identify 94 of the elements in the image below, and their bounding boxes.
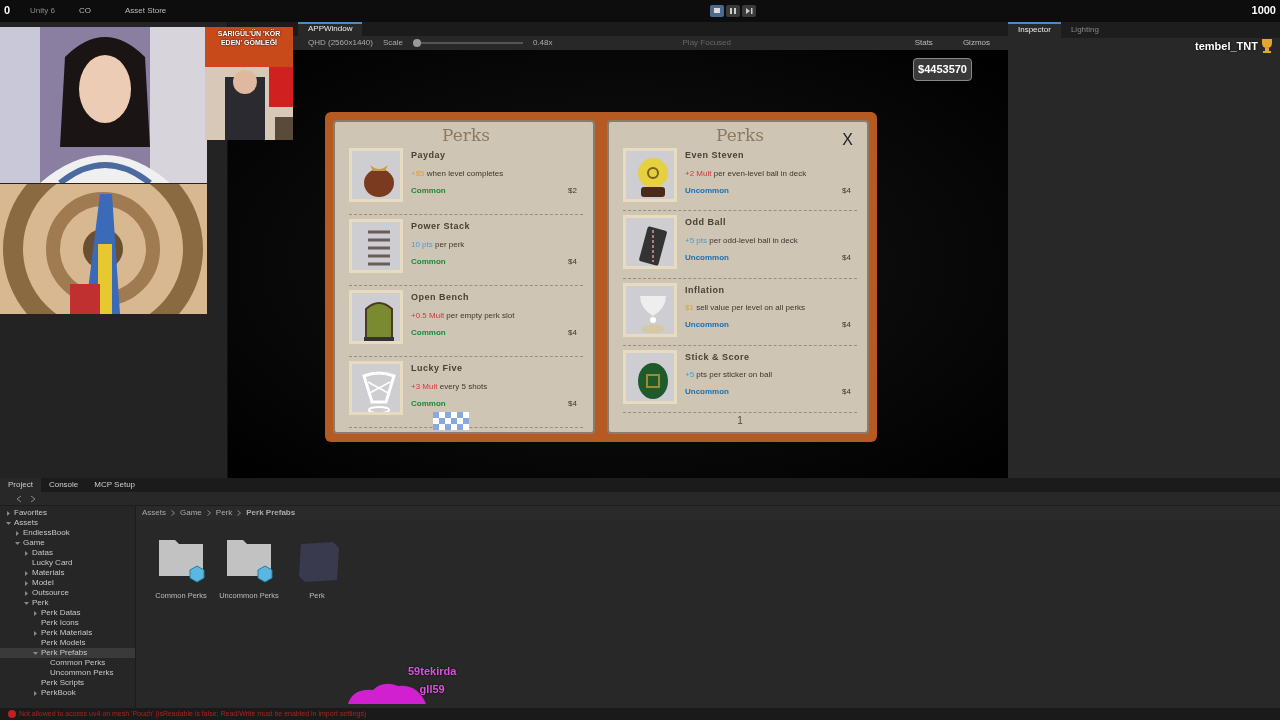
tree-item[interactable]: Lucky Card — [0, 558, 135, 568]
price-label: $4 — [568, 255, 577, 268]
perk-name: Lucky Five — [411, 362, 464, 375]
tree-item[interactable]: Assets — [0, 518, 135, 528]
viewer-name: tembel_TNT — [1195, 39, 1258, 54]
perk-description: +2 Mult per even-level ball in deck — [685, 167, 808, 180]
tree-item[interactable]: Perk Materials — [0, 628, 135, 638]
perk-description: +5 pts per odd-level ball in deck — [685, 234, 799, 247]
chevron-icon — [171, 510, 175, 516]
follower-name: 59tekirda gll59 — [408, 664, 457, 697]
expand-arrow-icon[interactable] — [33, 690, 38, 696]
page-number: 1 — [736, 414, 744, 428]
price-label: $4 — [568, 326, 577, 339]
tree-item[interactable]: Perk — [0, 598, 135, 608]
perk-description: $1 sell value per level on all perks — [685, 302, 807, 314]
perk-name: Payday — [411, 149, 447, 162]
tree-item[interactable]: Uncommon Perks — [0, 668, 135, 678]
perk-description: +0.5 Mult per empty perk slot — [411, 309, 516, 322]
perk-name: Odd Ball — [685, 216, 727, 230]
step-button[interactable] — [742, 5, 757, 17]
scale-reading: 0.48x — [532, 37, 553, 49]
pause-button[interactable] — [726, 5, 741, 17]
page-title: Perks — [716, 126, 764, 144]
tree-item[interactable]: Perk Datas — [0, 608, 135, 618]
breadcrumb-item[interactable]: Perk Prefabs — [246, 507, 296, 519]
rarity-label: Common — [411, 397, 446, 410]
checkerboard-icon — [433, 412, 469, 430]
game-tab[interactable]: APPWindow — [298, 22, 363, 36]
money-counter: $4453570 — [913, 58, 972, 81]
perk-description: +$5 when level completes — [411, 167, 505, 180]
forward-icon[interactable] — [30, 494, 36, 503]
rarity-label: Common — [411, 184, 446, 197]
panel-tab[interactable]: Inspector — [1008, 22, 1061, 38]
tree-item[interactable]: Perk Models — [0, 638, 135, 648]
tree-item[interactable]: EndlessBook — [0, 528, 135, 538]
tree-item[interactable]: Favorites — [0, 508, 135, 518]
price-label: $4 — [568, 397, 577, 410]
perk-description: +5 pts per sticker on ball — [685, 369, 773, 382]
price-label: $4 — [842, 319, 851, 331]
play-button[interactable] — [710, 5, 725, 17]
rarity-label: Common — [411, 326, 446, 339]
panel-tab[interactable]: Console — [40, 478, 87, 492]
close-button[interactable]: X — [842, 132, 853, 148]
tree-item[interactable]: Materials — [0, 568, 135, 578]
rarity-label: Common — [411, 255, 446, 268]
tree-item[interactable]: Model — [0, 578, 135, 588]
price-label: $4 — [842, 184, 851, 197]
chevron-icon — [206, 510, 211, 516]
tree-item[interactable]: Perk Icons — [0, 618, 135, 628]
tree-item[interactable]: Common Perks — [0, 658, 135, 668]
perk-name: Open Bench — [411, 291, 470, 304]
breadcrumb-item[interactable]: Perk — [215, 507, 233, 519]
tree-item[interactable]: Perk Scripts — [0, 678, 135, 688]
panel-tab[interactable]: MCP Setup — [86, 478, 144, 492]
price-label: $4 — [842, 251, 851, 264]
scale-slider[interactable] — [412, 39, 523, 47]
perk-name: Even Steven — [685, 149, 746, 162]
trophy-icon — [1260, 38, 1274, 55]
expand-arrow-icon[interactable] — [33, 650, 38, 656]
tree-item[interactable]: Datas — [0, 548, 135, 558]
perk-name: Stick & Score — [685, 350, 751, 364]
tree-item[interactable]: Perk Prefabs — [0, 648, 135, 658]
rarity-label: Uncommon — [685, 251, 729, 264]
rarity-label: Uncommon — [685, 319, 729, 331]
rarity-label: Uncommon — [685, 386, 729, 399]
tree-item[interactable]: Game — [0, 538, 135, 548]
expand-arrow-icon[interactable] — [33, 630, 38, 636]
stream-counter: 1000 — [1251, 3, 1276, 18]
product-name: Unity 6 — [30, 5, 55, 17]
page-title: Perks — [442, 126, 490, 144]
price-label: $4 — [842, 386, 851, 399]
perk-name: Inflation — [685, 283, 726, 297]
tree-item[interactable]: PerkBook — [0, 688, 135, 698]
stream-counter: 0 — [4, 3, 11, 18]
account-dropdown[interactable]: CO — [68, 5, 101, 17]
panel-tab[interactable]: Project — [0, 478, 41, 492]
back-icon[interactable] — [16, 494, 22, 503]
breadcrumb-item[interactable]: Game — [180, 507, 202, 519]
perk-name: Power Stack — [411, 220, 472, 233]
stats-button[interactable]: Stats — [904, 37, 943, 49]
chevron-icon — [237, 510, 242, 516]
rarity-label: Uncommon — [685, 184, 729, 197]
error-icon — [8, 710, 16, 718]
breadcrumb-item[interactable]: Assets — [142, 507, 166, 519]
perk-description: +3 Mult every 5 shots — [411, 380, 489, 393]
panel-tab[interactable]: Lighting — [1060, 22, 1109, 38]
perk-description: 10 pts per perk — [411, 238, 466, 251]
slider-thumb[interactable] — [412, 39, 421, 47]
gizmos-button[interactable]: Gizmos — [952, 37, 1000, 49]
asset-store-dropdown[interactable]: Asset Store — [114, 5, 177, 17]
tree-item[interactable]: Outsource — [0, 588, 135, 598]
price-label: $2 — [568, 184, 577, 197]
scale-label: Scale — [382, 37, 403, 49]
resolution-dropdown[interactable]: QHD (2560x1440) — [308, 37, 373, 49]
